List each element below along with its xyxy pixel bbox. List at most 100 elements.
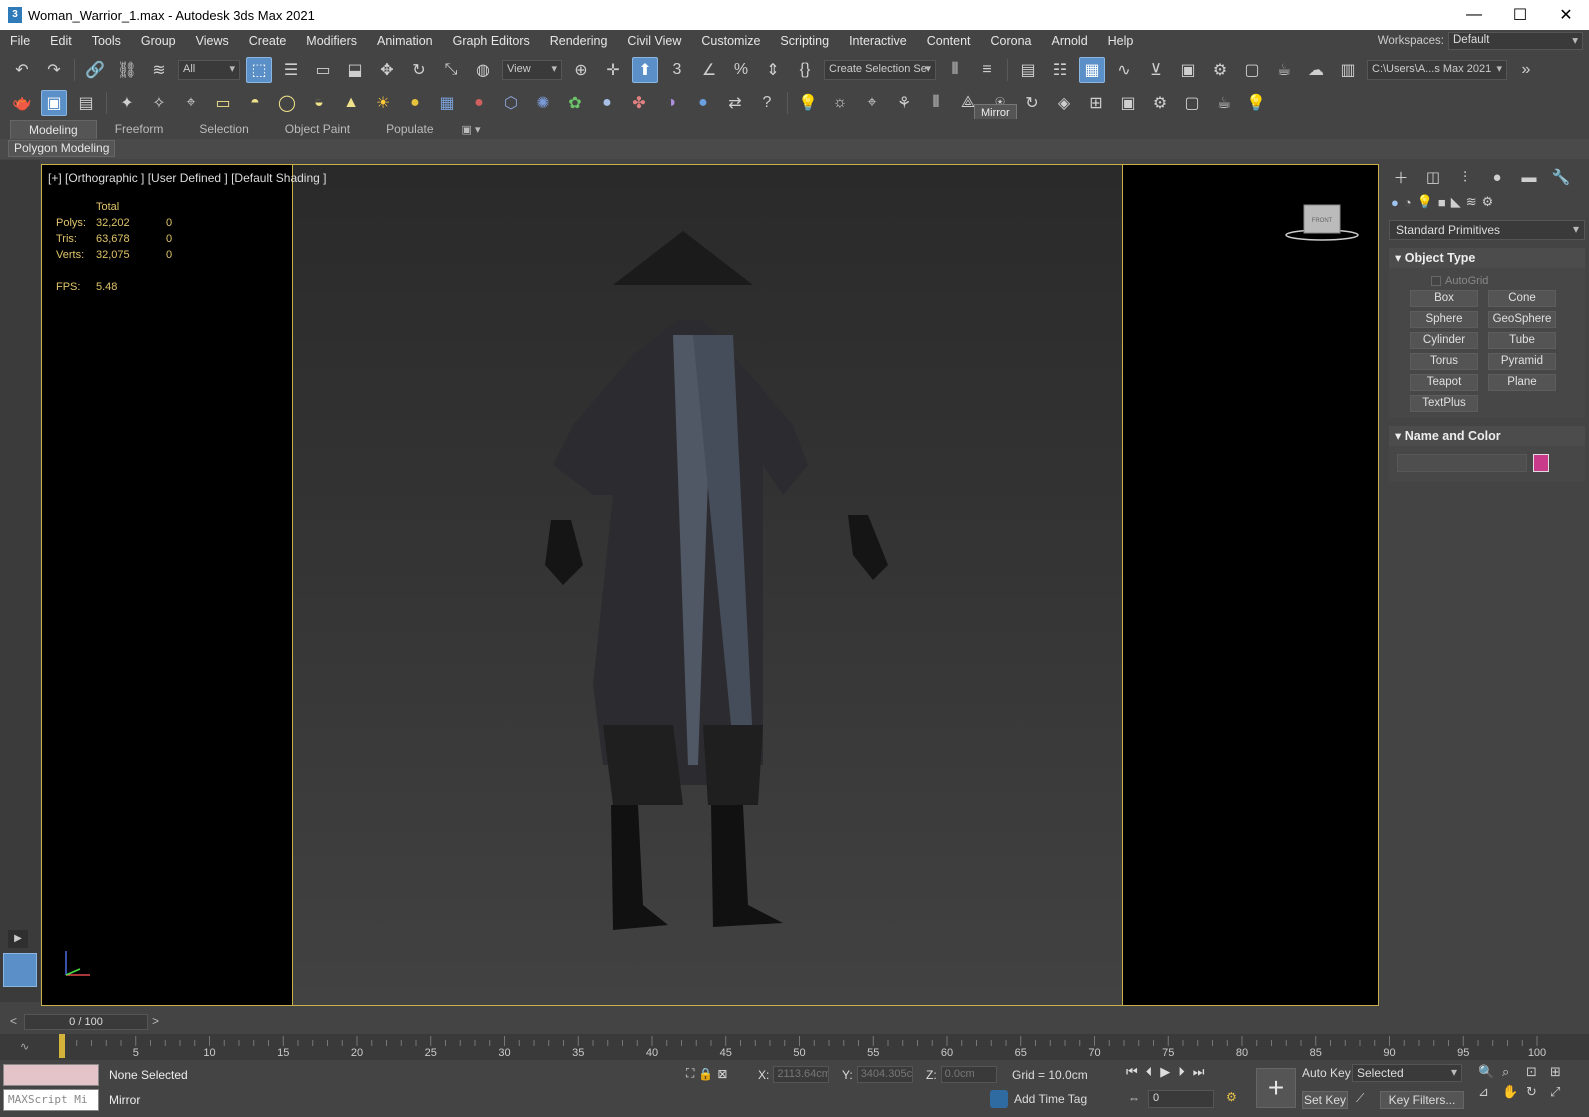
close-button[interactable]: ✕ — [1543, 0, 1589, 30]
motion-tab-icon[interactable]: ● — [1485, 169, 1509, 186]
menu-animation[interactable]: Animation — [367, 34, 443, 48]
photo-icon[interactable]: ▣ — [41, 89, 67, 116]
arnold-sky-icon[interactable]: ☼ — [827, 90, 853, 116]
add-time-tag[interactable]: Add Time Tag — [990, 1090, 1087, 1108]
material-multi-icon[interactable]: ✤ — [626, 90, 652, 116]
snaps-toggle-icon[interactable]: 3 — [664, 57, 690, 83]
rendered-frame-window-icon[interactable]: ▢ — [1239, 57, 1265, 83]
mirror-icon[interactable]: ⫴ — [942, 57, 968, 83]
track-bar[interactable]: 0510152025303540455055606570758085909510… — [0, 1034, 1589, 1060]
lights-icon[interactable]: 💡 — [1417, 194, 1433, 210]
arnold-film-icon[interactable]: ⚙ — [1147, 90, 1173, 116]
pivot-center-icon[interactable]: ⊕ — [568, 57, 594, 83]
arnold-scatter-icon[interactable]: ⚘ — [891, 90, 917, 116]
select-manipulate-icon[interactable]: ✛ — [600, 57, 626, 83]
systems-icon[interactable]: ⚙ — [1482, 194, 1494, 210]
menu-scripting[interactable]: Scripting — [770, 34, 839, 48]
current-frame-marker[interactable] — [59, 1034, 65, 1058]
object-color-swatch[interactable] — [1533, 454, 1549, 472]
cylinder-button[interactable]: Cylinder — [1410, 332, 1478, 349]
render-region-icon[interactable]: ▤ — [73, 90, 99, 116]
menu-content[interactable]: Content — [917, 34, 981, 48]
layer-explorer-icon[interactable]: ☷ — [1047, 57, 1073, 83]
viewport-label[interactable]: [+] [Orthographic ] [User Defined ] [Def… — [48, 171, 326, 185]
select-by-name-icon[interactable]: ☰ — [278, 57, 304, 83]
edit-named-selection-icon[interactable]: {} — [792, 57, 818, 83]
current-frame-field[interactable]: 0 — [1148, 1090, 1214, 1108]
arnold-material-icon[interactable]: ◈ — [1051, 90, 1077, 116]
bind-space-warp-icon[interactable]: ≋ — [146, 57, 172, 83]
tab-populate[interactable]: Populate — [368, 120, 451, 139]
shapes-icon[interactable]: ◔ — [1404, 195, 1412, 210]
arnold-frame-icon[interactable]: ▢ — [1179, 90, 1205, 116]
next-frame-icon[interactable]: > — [152, 1014, 159, 1028]
field-of-view-icon[interactable]: ⊿ — [1478, 1084, 1500, 1100]
dome-light-icon[interactable]: ◓ — [242, 90, 268, 116]
menu-graph-editors[interactable]: Graph Editors — [443, 34, 540, 48]
zoom-icon[interactable]: 🔍 — [1478, 1064, 1500, 1080]
key-tangent-icon[interactable]: ⟋ — [1356, 1091, 1364, 1106]
key-mode-icon[interactable]: ⇔ — [1128, 1091, 1140, 1105]
keyboard-shortcut-override-icon[interactable]: ⬆ — [632, 56, 658, 83]
cameras-icon[interactable]: ■ — [1438, 195, 1446, 210]
arnold-aov-icon[interactable]: ⊞ — [1083, 90, 1109, 116]
unlink-icon[interactable]: ⛓ — [114, 57, 140, 83]
cone-button[interactable]: Cone — [1488, 290, 1556, 307]
material-editor-icon[interactable]: ◑ — [658, 90, 684, 116]
key-selection-set-dropdown[interactable]: Selected — [1352, 1064, 1462, 1082]
grass-icon[interactable]: ✿ — [562, 90, 588, 116]
expand-layout-icon[interactable]: ▶ — [8, 930, 28, 948]
helpers-icon[interactable]: ◣ — [1451, 194, 1461, 210]
set-key-big-icon[interactable]: + — [1256, 1068, 1296, 1108]
zoom-extents-all-icon[interactable]: ⊞ — [1550, 1064, 1572, 1080]
scale-icon[interactable]: ⤡ — [438, 57, 464, 83]
rotate-icon[interactable]: ↻ — [406, 57, 432, 83]
arnold-teapot-icon[interactable]: ☕ — [1211, 90, 1237, 116]
maxscript-input[interactable]: MAXScript Mi — [3, 1089, 99, 1111]
zoom-extents-icon[interactable]: ⊡ — [1526, 1064, 1548, 1080]
menu-corona[interactable]: Corona — [981, 34, 1042, 48]
arnold-bulb-icon[interactable]: 💡 — [1243, 90, 1269, 116]
render-in-cloud-icon[interactable]: ☁ — [1303, 57, 1329, 83]
utilities-tab-icon[interactable]: 🔧 — [1549, 168, 1573, 186]
move-icon[interactable]: ✥ — [374, 57, 400, 83]
z-coordinate-field[interactable]: 0.0cm — [940, 1066, 997, 1083]
torus-button[interactable]: Torus — [1410, 353, 1478, 370]
menu-interactive[interactable]: Interactive — [839, 34, 917, 48]
spinner-snap-icon[interactable]: ⇕ — [760, 57, 786, 83]
proxy-icon[interactable]: ▦ — [434, 90, 460, 116]
menu-civil-view[interactable]: Civil View — [617, 34, 691, 48]
play-icon[interactable]: ▶ — [1160, 1064, 1170, 1080]
tab-selection[interactable]: Selection — [181, 120, 266, 139]
menu-help[interactable]: Help — [1098, 34, 1144, 48]
arnold-render-view-icon[interactable]: ▣ — [1115, 90, 1141, 116]
name-color-rollout-header[interactable]: ▾ Name and Color — [1389, 426, 1585, 446]
minimize-button[interactable]: — — [1451, 0, 1497, 30]
prev-frame-icon[interactable]: < — [10, 1014, 17, 1028]
next-frame-icon[interactable]: ⏵ — [1178, 1064, 1185, 1080]
rectangular-selection-icon[interactable]: ▭ — [310, 57, 336, 83]
pyramid-button[interactable]: Pyramid — [1488, 353, 1556, 370]
viewcube[interactable]: FRONT — [1284, 203, 1360, 243]
light-list-icon[interactable]: ✧ — [146, 90, 172, 116]
go-to-start-icon[interactable]: ⏮ — [1126, 1064, 1138, 1080]
hierarchy-tab-icon[interactable]: ⫶ — [1453, 169, 1477, 186]
toggle-ribbon-icon[interactable]: ▦ — [1079, 56, 1105, 83]
project-folder-dropdown[interactable]: C:\Users\A...s Max 2021 — [1367, 59, 1507, 80]
workspaces-dropdown[interactable]: Default — [1448, 32, 1583, 50]
orbit-icon[interactable]: ↻ — [1526, 1084, 1548, 1100]
time-config-icon[interactable]: ⚙ — [1226, 1090, 1237, 1104]
maximize-viewport-icon[interactable]: ⤢ — [1550, 1084, 1572, 1100]
menu-modifiers[interactable]: Modifiers — [296, 34, 367, 48]
arnold-rotate-icon[interactable]: ↻ — [1019, 90, 1045, 116]
geosphere-button[interactable]: GeoSphere — [1488, 311, 1556, 328]
chevron-right-icon[interactable]: » — [1513, 57, 1539, 83]
sphere-button[interactable]: Sphere — [1410, 311, 1478, 328]
tab-freeform[interactable]: Freeform — [97, 120, 182, 139]
create-tab-icon[interactable]: ＋ — [1389, 167, 1413, 188]
set-key-button[interactable]: Set Key — [1302, 1091, 1348, 1109]
sun-disk-icon[interactable]: ● — [402, 90, 428, 116]
menu-arnold[interactable]: Arnold — [1042, 34, 1098, 48]
render-setup-icon[interactable]: ⚙ — [1207, 57, 1233, 83]
plane-button[interactable]: Plane — [1488, 374, 1556, 391]
